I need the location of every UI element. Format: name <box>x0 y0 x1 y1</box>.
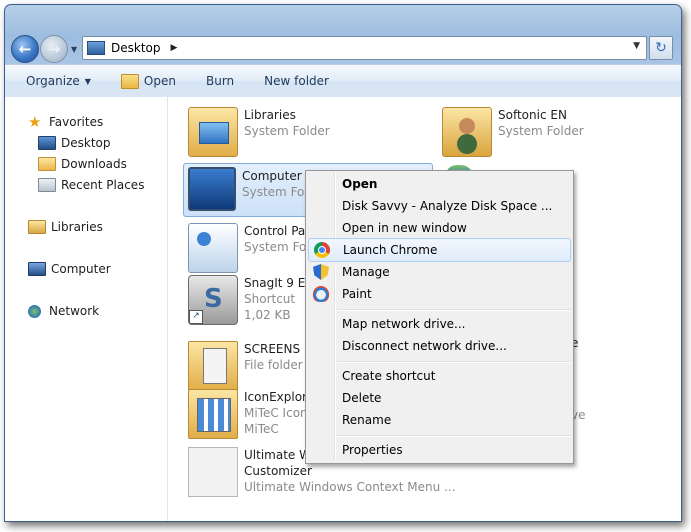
sidebar-item-desktop[interactable]: Desktop <box>38 136 111 150</box>
sidebar-label: Desktop <box>61 136 111 150</box>
sidebar-label: Computer <box>51 262 111 276</box>
menu-item-open-new-window[interactable]: Open in new window <box>308 217 571 239</box>
sidebar-item-recent-places[interactable]: Recent Places <box>38 178 144 192</box>
address-dropdown-icon[interactable]: ▼ <box>633 41 640 51</box>
folder-icon <box>188 341 238 391</box>
menu-item-label: Disconnect network drive... <box>342 339 507 353</box>
file-type: System Folder <box>498 124 584 138</box>
forward-arrow-icon: → <box>47 40 61 58</box>
file-item-libraries[interactable]: Libraries System Folder <box>188 107 330 157</box>
sidebar-item-downloads[interactable]: Downloads <box>38 157 127 171</box>
sidebar-label: Downloads <box>61 157 127 171</box>
sidebar-label: Libraries <box>51 220 103 234</box>
control-panel-icon <box>188 223 238 273</box>
menu-separator <box>337 361 571 363</box>
menu-item-properties[interactable]: Properties <box>308 439 571 461</box>
menu-separator <box>337 309 571 311</box>
menu-item-rename[interactable]: Rename <box>308 409 571 431</box>
menu-item-label: Disk Savvy - Analyze Disk Space ... <box>342 199 553 213</box>
libraries-icon <box>28 220 46 234</box>
star-icon: ★ <box>28 113 42 131</box>
menu-item-launch-chrome[interactable]: Launch Chrome <box>308 238 571 262</box>
menu-item-label: Open <box>342 177 378 191</box>
menu-item-label: Rename <box>342 413 392 427</box>
file-type: File folder <box>244 358 303 372</box>
file-item-screens[interactable]: SCREENS File folder <box>188 341 303 391</box>
document-icon <box>188 447 238 497</box>
menu-item-label: Manage <box>342 265 390 279</box>
chrome-icon <box>314 242 330 258</box>
menu-item-label: Paint <box>342 287 372 301</box>
sidebar-item-libraries[interactable]: Libraries <box>28 220 103 234</box>
back-button[interactable]: ← <box>11 35 39 63</box>
new-folder-label: New folder <box>264 74 329 88</box>
address-location[interactable]: Desktop <box>111 41 161 55</box>
title-bar: ← → ▼ Desktop ▶ ▼ ↻ <box>5 5 681 63</box>
refresh-icon: ↻ <box>655 40 667 56</box>
sidebar-item-network[interactable]: Network <box>28 304 99 318</box>
sidebar-label: Network <box>49 304 100 318</box>
burn-button[interactable]: Burn <box>176 65 234 97</box>
file-description: Ultimate Windows Context Menu ... <box>244 480 456 494</box>
desktop-icon <box>38 136 56 150</box>
menu-item-label: Create shortcut <box>342 369 436 383</box>
file-name: Softonic EN <box>498 108 567 122</box>
file-name: Libraries <box>244 108 296 122</box>
shortcut-arrow-icon: ↗ <box>189 310 203 324</box>
file-type: System Folder <box>244 124 330 138</box>
context-menu: Open Disk Savvy - Analyze Disk Space ...… <box>305 170 574 464</box>
menu-item-label: Properties <box>342 443 403 457</box>
sidebar-item-favorites[interactable]: ★ Favorites <box>28 113 104 131</box>
burn-label: Burn <box>205 74 235 88</box>
organize-button[interactable]: Organize ▼ <box>5 65 91 97</box>
refresh-button[interactable]: ↻ <box>649 36 673 60</box>
menu-item-label: Delete <box>342 391 382 405</box>
user-folder-icon <box>442 107 492 157</box>
menu-separator <box>337 435 571 437</box>
forward-button[interactable]: → <box>40 35 68 63</box>
menu-item-disk-savvy[interactable]: Disk Savvy - Analyze Disk Space ... <box>308 195 571 217</box>
sidebar-label: Recent Places <box>61 178 145 192</box>
menu-item-label: Open in new window <box>342 221 467 235</box>
open-label: Open <box>143 74 176 88</box>
menu-item-label: Launch Chrome <box>343 243 438 257</box>
libraries-folder-icon <box>188 107 238 157</box>
sidebar-label: Favorites <box>49 115 104 129</box>
menu-item-create-shortcut[interactable]: Create shortcut <box>308 365 571 387</box>
menu-item-open[interactable]: Open <box>308 173 571 195</box>
recent-places-icon <box>38 178 56 192</box>
file-item-softonic[interactable]: Softonic EN System Folder <box>442 107 584 157</box>
address-bar[interactable]: Desktop ▶ ▼ <box>82 36 647 60</box>
paint-palette-icon <box>313 286 329 302</box>
new-folder-button[interactable]: New folder <box>234 65 329 97</box>
file-item-iconexplorer[interactable]: IconExplorer MiTeC Icon E MiTeC <box>188 389 319 439</box>
sidebar-item-computer[interactable]: Computer <box>28 262 111 276</box>
snagit-icon: ↗ <box>188 275 238 325</box>
shield-icon <box>313 264 329 280</box>
file-name-continued: Customizer <box>244 464 312 478</box>
breadcrumb-arrow-icon[interactable]: ▶ <box>171 43 178 53</box>
back-arrow-icon: ← <box>18 40 32 58</box>
file-name: SCREENS <box>244 342 301 356</box>
recent-pages-dropdown-icon[interactable]: ▼ <box>71 45 77 54</box>
computer-icon <box>28 262 46 276</box>
downloads-folder-icon <box>38 157 56 171</box>
folder-open-icon <box>120 73 139 89</box>
organize-label: Organize <box>26 74 80 88</box>
computer-monitor-icon <box>188 167 236 211</box>
menu-item-disconnect-network-drive[interactable]: Disconnect network drive... <box>308 335 571 357</box>
navigation-pane[interactable]: ★ Favorites Desktop Downloads Recent Pla… <box>5 97 168 521</box>
menu-item-manage[interactable]: Manage <box>308 261 571 283</box>
command-bar: Organize ▼ Open Burn New folder <box>5 64 681 98</box>
menu-item-label: Map network drive... <box>342 317 466 331</box>
iconexplorer-icon <box>188 389 238 439</box>
open-button[interactable]: Open <box>91 65 176 97</box>
menu-item-map-network-drive[interactable]: Map network drive... <box>308 313 571 335</box>
menu-item-paint[interactable]: Paint <box>308 283 571 305</box>
desktop-icon <box>87 41 105 55</box>
network-icon <box>28 304 41 318</box>
menu-item-delete[interactable]: Delete <box>308 387 571 409</box>
